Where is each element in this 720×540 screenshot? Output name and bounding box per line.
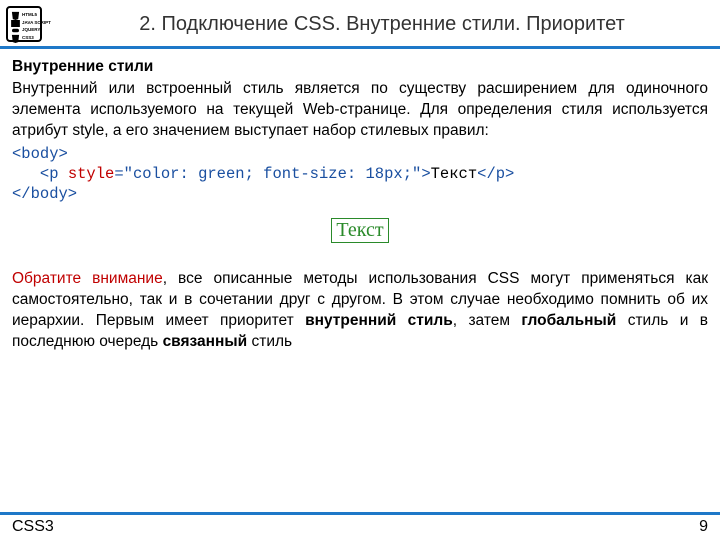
section-heading: Внутренние стили	[12, 57, 708, 78]
attention-paragraph: Обратите внимание, все описанные методы …	[12, 269, 708, 353]
code-p-lt: <	[40, 165, 49, 183]
attention-r4: стиль	[247, 333, 292, 350]
page-title: 2. Подключение CSS. Внутренние стили. Пр…	[54, 13, 710, 36]
code-body-close: </body>	[12, 185, 77, 203]
badge-js: JAVA SCRIPT	[22, 21, 51, 26]
badge-jquery: JQUERY	[22, 28, 40, 33]
render-text-box: Текст	[331, 218, 388, 243]
code-p-gt: >	[421, 165, 430, 183]
tech-badge-icon: HTML5 JAVA SCRIPT JQUERY CSS3	[6, 6, 42, 42]
intro-paragraph: Внутренний или встроенный стиль является…	[12, 79, 708, 142]
attention-b1: внутренний стиль	[305, 312, 453, 329]
code-attr-val: "color: green; font-size: 18px;"	[124, 165, 422, 183]
badge-css3: CSS3	[22, 36, 34, 41]
code-body-open: <body>	[12, 145, 68, 163]
page-number: 9	[699, 518, 708, 536]
code-p-tag: p	[49, 165, 68, 183]
content: Внутренние стили Внутренний или встроенн…	[0, 49, 720, 353]
code-eq: =	[114, 165, 123, 183]
header: HTML5 JAVA SCRIPT JQUERY CSS3 2. Подключ…	[0, 0, 720, 49]
attention-b3: связанный	[163, 333, 248, 350]
render-output: Текст	[12, 218, 708, 243]
attention-r2: , затем	[453, 312, 522, 329]
code-block: <body> <p style="color: green; font-size…	[12, 144, 708, 204]
badge-html5: HTML5	[22, 13, 37, 18]
code-attr-name: style	[68, 165, 115, 183]
footer-left: CSS3	[12, 518, 54, 536]
attention-lead: Обратите внимание	[12, 270, 163, 287]
footer: CSS3 9	[0, 512, 720, 540]
attention-b2: глобальный	[521, 312, 616, 329]
code-p-close: </p>	[477, 165, 514, 183]
code-text: Текст	[431, 165, 478, 183]
